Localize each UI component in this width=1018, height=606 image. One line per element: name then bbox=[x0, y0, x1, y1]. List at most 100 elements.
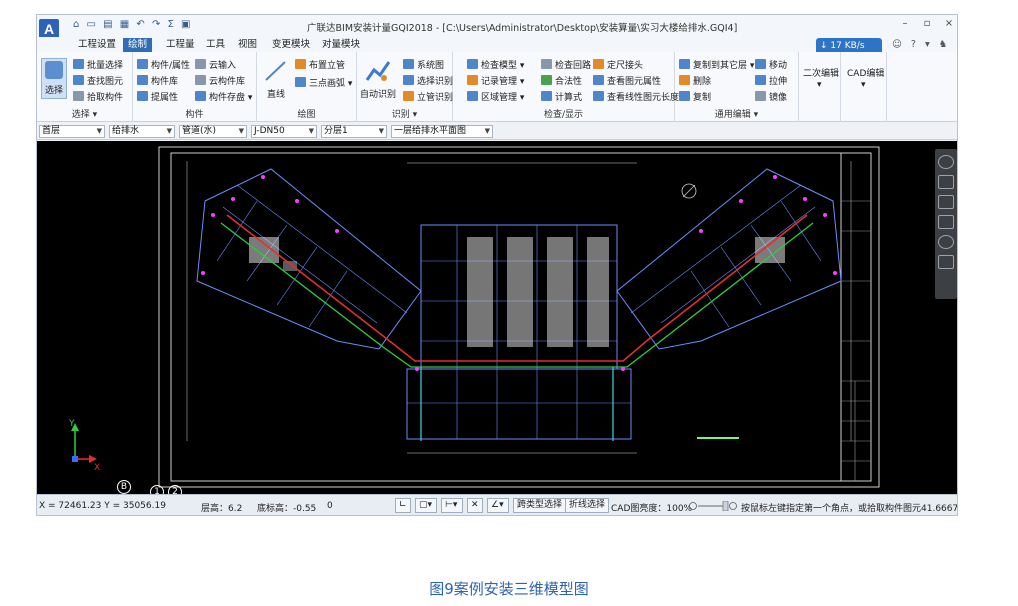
tab-project-settings[interactable]: 工程设置 bbox=[73, 38, 121, 52]
cloud-library-button[interactable]: 云构件库 bbox=[195, 74, 245, 87]
floor-select[interactable]: 首层 ▼ bbox=[39, 125, 105, 138]
polyline-select-button[interactable]: 折线选择 bbox=[565, 498, 610, 513]
line-icon bbox=[265, 61, 286, 81]
minimize-button[interactable]: – bbox=[897, 18, 913, 32]
floor-height: 层高：6.2 bbox=[201, 504, 243, 514]
tab-quantities[interactable]: 工程量 bbox=[161, 38, 200, 52]
close-button[interactable]: × bbox=[941, 18, 957, 32]
tab-draw[interactable]: 绘制 bbox=[123, 38, 153, 52]
check-model-label: 检查模型 ▾ bbox=[481, 61, 525, 71]
layer-value: 分层1 bbox=[324, 126, 348, 136]
formula-button[interactable]: 计算式 bbox=[541, 90, 582, 103]
stretch-button[interactable]: 拉伸 bbox=[755, 74, 787, 87]
tab-reconcile-module[interactable]: 对量模块 bbox=[317, 38, 365, 52]
brightness-slider[interactable] bbox=[689, 500, 737, 514]
line-button[interactable]: 直线 bbox=[261, 58, 291, 100]
chevron-down-icon: ▼ bbox=[166, 127, 172, 135]
top-view-icon[interactable] bbox=[938, 175, 954, 189]
discipline-select[interactable]: 给排水 ▼ bbox=[109, 125, 175, 138]
brightness-slider-track bbox=[689, 500, 737, 512]
system-diagram-button[interactable]: 系统图 bbox=[403, 58, 444, 71]
ribbon-group-secondary-edit[interactable]: 二次编辑 ▾ bbox=[799, 52, 841, 122]
copy-label: 复制 bbox=[693, 93, 712, 103]
drawing-select[interactable]: 一层给排水平面图 ▼ bbox=[391, 125, 493, 138]
side-view-icon[interactable] bbox=[938, 215, 954, 229]
component-library-button[interactable]: 构件库 bbox=[137, 74, 178, 87]
layer-select[interactable]: 分层1 ▼ bbox=[321, 125, 387, 138]
place-riser-button[interactable]: 布置立管 bbox=[295, 58, 345, 71]
legality-button[interactable]: 合法性 bbox=[541, 74, 582, 87]
status-zero: 0 bbox=[327, 501, 333, 511]
component-save-button[interactable]: 构件存盘 ▾ bbox=[195, 90, 252, 103]
tab-change-module[interactable]: 变更模块 bbox=[267, 38, 315, 52]
rotate-icon[interactable] bbox=[938, 235, 954, 249]
three-point-arc-button[interactable]: 三点画弧 ▾ bbox=[295, 76, 352, 89]
extract-properties-label: 提属性 bbox=[151, 93, 179, 103]
identify-group-caption[interactable]: 识别 ▾ bbox=[357, 107, 452, 120]
cross-icon[interactable]: ✕ bbox=[467, 498, 483, 513]
angle-icon[interactable]: ∠▾ bbox=[487, 498, 509, 513]
move-button[interactable]: 移动 bbox=[755, 58, 787, 71]
chevron-down-icon: ▾ bbox=[861, 80, 866, 90]
check-model-button[interactable]: 检查模型 ▾ bbox=[467, 58, 524, 71]
check-loop-button[interactable]: 检查回路 bbox=[541, 58, 591, 71]
mirror-label: 镜像 bbox=[769, 93, 788, 103]
axis-x-label: X bbox=[94, 463, 101, 473]
copy-button[interactable]: 复制 bbox=[679, 90, 711, 103]
area-icon bbox=[467, 91, 478, 101]
osnap-icon[interactable]: ⊢▾ bbox=[441, 498, 463, 513]
delete-button[interactable]: 删除 bbox=[679, 74, 711, 87]
fixed-length-joint-button[interactable]: 定尺接头 bbox=[593, 58, 643, 71]
snap-icon[interactable]: ▢▾ bbox=[415, 498, 437, 513]
select-identify-button[interactable]: 选择识别 bbox=[403, 74, 453, 87]
cloud-input-button[interactable]: 云输入 bbox=[195, 58, 236, 71]
legality-label: 合法性 bbox=[555, 77, 583, 87]
auto-identify-icon bbox=[365, 61, 391, 81]
view-linear-length-button[interactable]: 查看线性图元长度 bbox=[593, 90, 679, 103]
component-select[interactable]: J-DN50 ▼ bbox=[251, 125, 317, 138]
area-management-label: 区域管理 ▾ bbox=[481, 93, 525, 103]
extract-properties-button[interactable]: 提属性 bbox=[137, 90, 178, 103]
riser-identify-button[interactable]: 立管识别 bbox=[403, 90, 453, 103]
move-label: 移动 bbox=[769, 61, 788, 71]
app-window: A ⌂ ▭ ▤ ▦ ↶ ↷ Σ ▣ 广联达BIM安装计量GQI2018 - [C… bbox=[36, 14, 958, 516]
cad-canvas[interactable]: Y X B 1 2 bbox=[37, 141, 957, 494]
ribbon-group-identify: 自动识别 系统图 选择识别 立管识别 识别 ▾ bbox=[357, 52, 453, 122]
view-properties-icon bbox=[593, 75, 604, 85]
tab-tools[interactable]: 工具 bbox=[201, 38, 230, 52]
edit-group-caption[interactable]: 通用编辑 ▾ bbox=[675, 107, 798, 120]
select-button[interactable]: 选择 bbox=[41, 58, 67, 99]
component-properties-button[interactable]: 构件/属性 bbox=[137, 58, 190, 71]
find-element-button[interactable]: 查找图元 bbox=[73, 74, 123, 87]
record-management-button[interactable]: 记录管理 ▾ bbox=[467, 74, 524, 87]
cloud-library-label: 云构件库 bbox=[209, 77, 246, 87]
riser-identify-label: 立管识别 bbox=[417, 93, 454, 103]
area-management-button[interactable]: 区域管理 ▾ bbox=[467, 90, 524, 103]
auto-identify-button[interactable]: 自动识别 bbox=[359, 58, 397, 100]
copy-to-other-floor-button[interactable]: 复制到其它层 ▾ bbox=[679, 58, 754, 71]
batch-select-button[interactable]: 批量选择 bbox=[73, 58, 123, 71]
properties-icon bbox=[137, 59, 148, 69]
ribbon-group-component: 构件/属性 构件库 提属性 云输入 云构件库 构件存盘 ▾ 构件 bbox=[133, 52, 257, 122]
mirror-button[interactable]: 镜像 bbox=[755, 90, 787, 103]
ortho-icon[interactable]: ∟ bbox=[395, 498, 411, 513]
select-group-caption[interactable]: 选择 ▾ bbox=[37, 107, 132, 120]
view-element-properties-button[interactable]: 查看图元属性 bbox=[593, 74, 661, 87]
delete-icon bbox=[679, 75, 690, 85]
tab-view[interactable]: 视图 bbox=[233, 38, 262, 52]
pick-component-button[interactable]: 拾取构件 bbox=[73, 90, 123, 103]
cross-type-select-button[interactable]: 跨类型选择 bbox=[513, 498, 567, 513]
cloud-input-label: 云输入 bbox=[209, 61, 237, 71]
grid-bubble-1: 1 bbox=[150, 485, 164, 494]
view-element-properties-label: 查看图元属性 bbox=[607, 77, 662, 87]
loop-icon bbox=[541, 59, 552, 69]
app-logo[interactable]: A bbox=[39, 19, 59, 39]
formula-label: 计算式 bbox=[555, 93, 583, 103]
grid-view-icon[interactable] bbox=[938, 255, 954, 269]
type-select[interactable]: 管道(水) ▼ bbox=[179, 125, 247, 138]
quick-access-toolbar[interactable]: ⌂ ▭ ▤ ▦ ↶ ↷ Σ ▣ bbox=[73, 19, 192, 30]
view-cube-icon[interactable] bbox=[938, 155, 954, 169]
restore-button[interactable]: ▫ bbox=[919, 18, 935, 32]
front-view-icon[interactable] bbox=[938, 195, 954, 209]
ribbon-group-cad-edit[interactable]: CAD编辑 ▾ bbox=[841, 52, 887, 122]
